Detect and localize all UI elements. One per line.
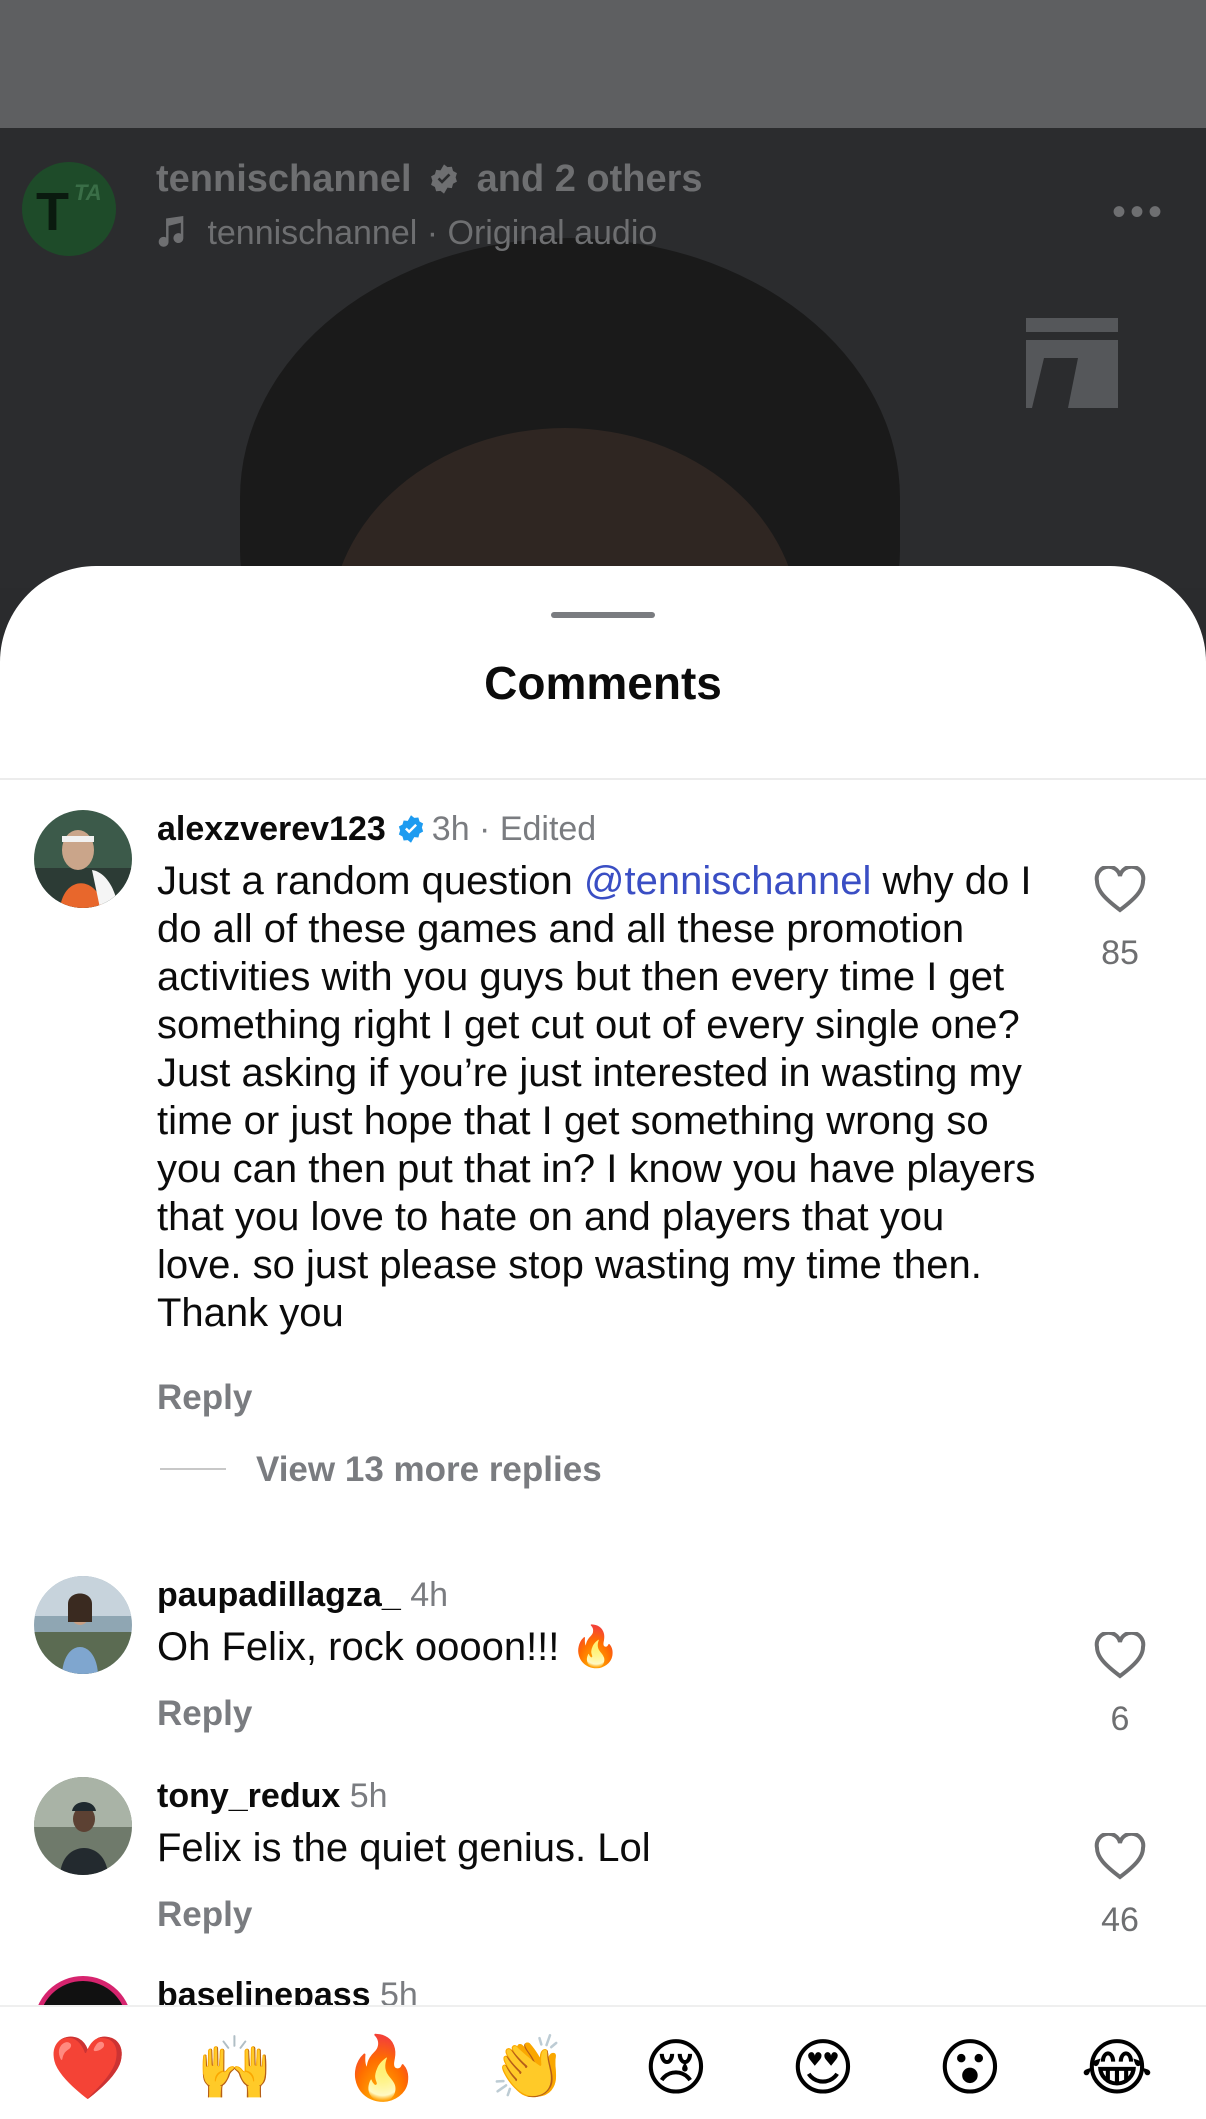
avatar[interactable]: [34, 810, 132, 908]
verified-badge-icon: [431, 164, 457, 194]
sheet-grabber[interactable]: [551, 612, 655, 618]
comment-header: paupadillagza_ 4h: [157, 1576, 448, 1615]
reply-button[interactable]: Reply: [157, 1378, 252, 1418]
audio-info[interactable]: tennischannel · Original audio: [156, 214, 657, 253]
emoji-surprised-face[interactable]: 😮: [930, 2033, 1010, 2105]
like-count: 85: [1101, 934, 1139, 972]
comment-username[interactable]: paupadillagza_: [157, 1576, 401, 1614]
comment-text: Just a random question @tennischannel wh…: [157, 859, 1036, 1335]
avatar[interactable]: [34, 1777, 132, 1875]
reply-button[interactable]: Reply: [157, 1694, 252, 1734]
reel-owner-avatar[interactable]: T TA: [22, 162, 116, 256]
more-options-icon[interactable]: •••: [1112, 190, 1166, 235]
music-note-icon: [158, 216, 184, 247]
emoji-clapping-hands[interactable]: 👏: [489, 2033, 569, 2105]
reply-button[interactable]: Reply: [157, 1895, 252, 1935]
comment-meta: 5h: [349, 1777, 388, 1815]
like-count: 46: [1101, 1901, 1139, 1939]
comment-username[interactable]: tony_redux: [157, 1777, 340, 1815]
emoji-fire[interactable]: 🔥: [342, 2033, 422, 2105]
dimmed-top-area: [0, 0, 1206, 128]
emoji-crying-face[interactable]: 😢: [636, 2033, 716, 2105]
comment-header: alexzverev123 3h · Edited: [157, 810, 596, 849]
emoji-red-heart[interactable]: ❤️: [48, 2033, 128, 2105]
emoji-tears-of-joy[interactable]: 😂: [1077, 2033, 1157, 2105]
like-count: 6: [1110, 1700, 1130, 1738]
collaborators-label[interactable]: and 2 others: [477, 158, 703, 200]
tennis-channel-logo: [1026, 318, 1118, 408]
reel-owner-name[interactable]: tennischannel: [156, 158, 412, 200]
mention-link[interactable]: @tennischannel: [584, 859, 871, 903]
divider: [0, 778, 1206, 780]
comment-meta: 3h · Edited: [431, 810, 597, 848]
reel-owner-line[interactable]: tennischannel and 2 others: [156, 158, 703, 201]
comments-sheet: Comments alexzverev123 3h · Edited Just …: [0, 566, 1206, 2117]
sheet-title: Comments: [484, 657, 722, 709]
comment-header: tony_redux 5h: [157, 1777, 388, 1816]
emoji-reaction-bar: ❤️ 🙌 🔥 👏 😢 😍 😮 😂: [0, 2005, 1206, 2119]
audio-label: tennischannel · Original audio: [207, 214, 658, 252]
comment-text: Oh Felix, rock oooon!!! 🔥: [157, 1625, 621, 1669]
verified-badge-icon: [398, 815, 423, 843]
heart-icon[interactable]: [1094, 1833, 1146, 1881]
emoji-heart-eyes[interactable]: 😍: [783, 2033, 863, 2105]
comment-text: Felix is the quiet genius. Lol: [157, 1826, 651, 1870]
view-more-replies-button[interactable]: View 13 more replies: [160, 1450, 602, 1490]
emoji-raising-hands[interactable]: 🙌: [195, 2033, 275, 2105]
comment-username[interactable]: alexzverev123: [157, 810, 386, 848]
heart-icon[interactable]: [1094, 1632, 1146, 1680]
heart-icon[interactable]: [1094, 866, 1146, 914]
comment-meta: 4h: [410, 1576, 449, 1614]
avatar[interactable]: [34, 1576, 132, 1674]
